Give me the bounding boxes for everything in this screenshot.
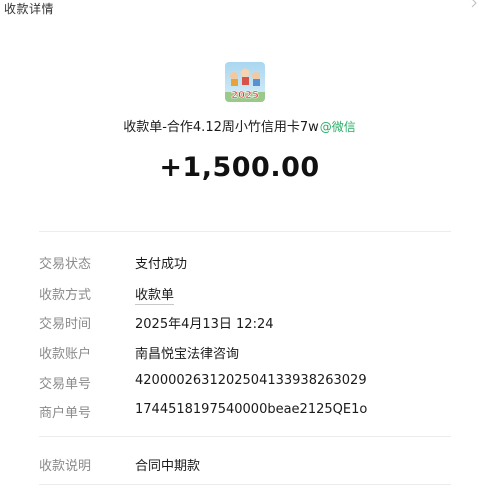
transaction-id-value: 4200002631202504133938263029 xyxy=(135,373,367,388)
account-value: 南昌悦宝法律咨询 xyxy=(135,347,240,362)
receipt-detail-window: 收款详情 2025 收款单-合作4.12周小竹信用卡7w@微信 +1,500.0… xyxy=(0,0,479,493)
time-label: 交易时间 xyxy=(39,317,92,332)
time-value: 2025年4月13日 12:24 xyxy=(135,317,274,332)
detail-row-note: 收款说明 合同中期款 xyxy=(39,455,451,475)
avatar-image: 2025 xyxy=(225,62,265,102)
method-label: 收款方式 xyxy=(39,288,92,303)
note-value: 合同中期款 xyxy=(135,459,201,474)
merchant-name: 收款单-合作4.12周小竹信用卡7w xyxy=(123,120,319,135)
window-control-icon[interactable] xyxy=(469,0,479,11)
window-title: 收款详情 xyxy=(4,2,55,16)
avatar-year-text: 2025 xyxy=(231,90,259,101)
wechat-source-tag: @微信 xyxy=(319,120,356,134)
merchant-id-value: 1744518197540000beae2125QE1o xyxy=(135,402,368,417)
divider-bottom xyxy=(39,436,451,437)
detail-row-method: 收款方式 收款单 xyxy=(39,284,451,305)
title-bar: 收款详情 xyxy=(0,0,479,18)
detail-row-account: 收款账户 南昌悦宝法律咨询 xyxy=(39,343,451,363)
detail-row-transaction-id: 交易单号 4200002631202504133938263029 xyxy=(39,373,451,393)
transaction-id-label: 交易单号 xyxy=(39,377,92,392)
status-value: 支付成功 xyxy=(135,257,188,272)
divider-end xyxy=(39,484,451,485)
payment-amount: +1,500.00 xyxy=(159,152,320,183)
merchant-avatar: 2025 xyxy=(225,62,265,102)
divider-top xyxy=(39,231,451,232)
detail-row-time: 交易时间 2025年4月13日 12:24 xyxy=(39,313,451,333)
merchant-line: 收款单-合作4.12周小竹信用卡7w@微信 xyxy=(0,116,479,135)
note-label: 收款说明 xyxy=(39,459,92,474)
status-label: 交易状态 xyxy=(39,257,92,272)
detail-row-status: 交易状态 支付成功 xyxy=(39,253,451,273)
merchant-id-label: 商户单号 xyxy=(39,406,92,421)
method-value-link[interactable]: 收款单 xyxy=(135,284,175,305)
account-label: 收款账户 xyxy=(39,347,92,362)
detail-row-merchant-id: 商户单号 1744518197540000beae2125QE1o xyxy=(39,402,451,422)
